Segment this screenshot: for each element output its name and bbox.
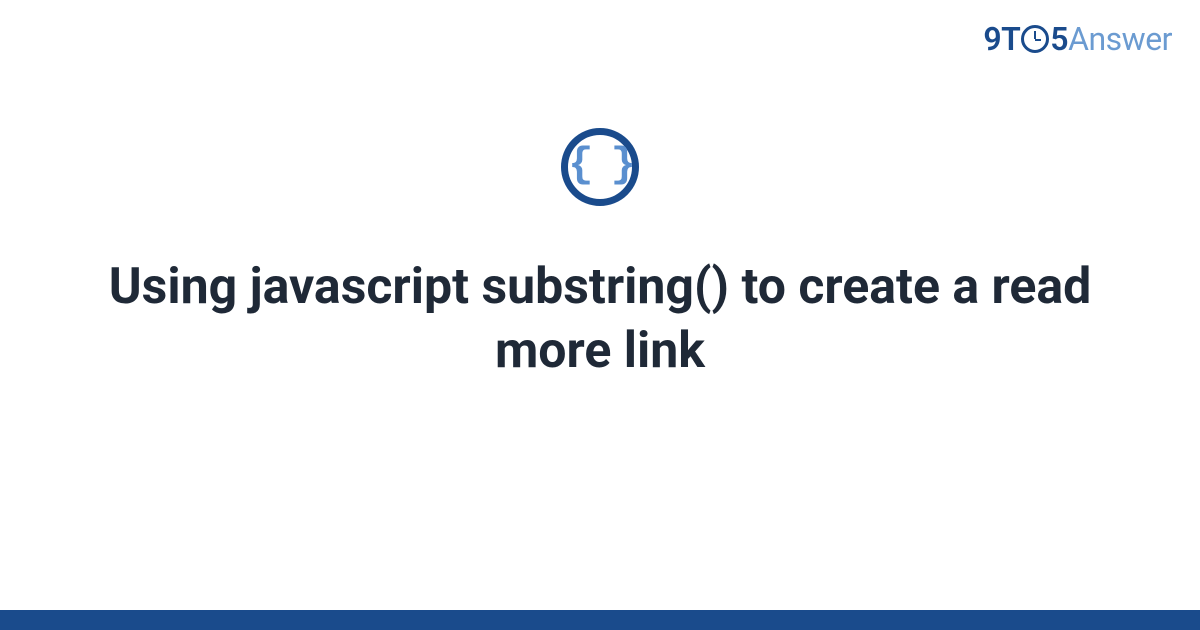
- logo-text-9t: 9T: [983, 20, 1020, 58]
- logo-text-answer: Answer: [1068, 20, 1172, 58]
- clock-icon: [1021, 25, 1049, 53]
- site-logo: 9T 5 Answer: [983, 20, 1172, 58]
- footer-bar: [0, 610, 1200, 630]
- code-braces-icon: { }: [561, 128, 639, 206]
- braces-glyph: { }: [568, 144, 632, 186]
- logo-text-5: 5: [1050, 20, 1068, 58]
- page-title: Using javascript substring() to create a…: [60, 255, 1140, 383]
